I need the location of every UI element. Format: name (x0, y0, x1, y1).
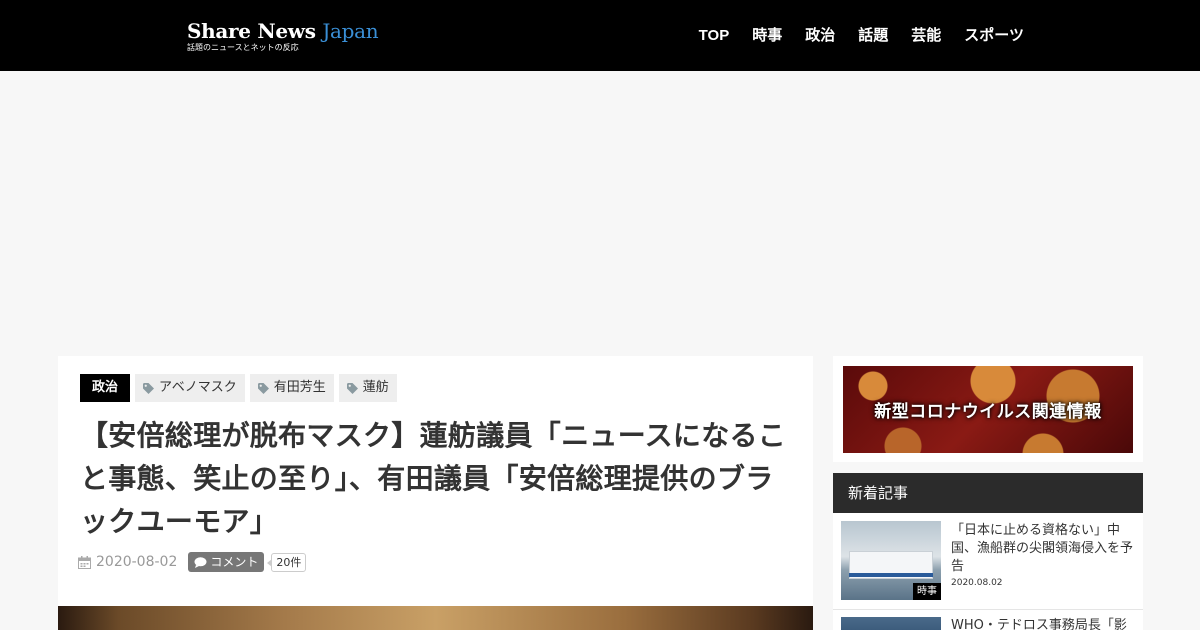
site-header: Share News Japan 話題のニュースとネットの反応 TOP 時事 政… (0, 0, 1200, 71)
comment-count: 20件 (267, 552, 307, 572)
article-meta: 2020-08-02 コメント 20件 (78, 552, 307, 572)
logo-tagline: 話題のニュースとネットの反応 (187, 43, 299, 52)
tag-label: 蓮舫 (362, 380, 389, 395)
tag-arita[interactable]: 有田芳生 (249, 374, 334, 402)
post-title: 「日本に止める資格ない」中国、漁船群の尖閣領海侵入を予告 (951, 523, 1134, 574)
nav-item-current-affairs[interactable]: 時事 (741, 26, 794, 46)
comment-label: コメント (210, 555, 259, 569)
comment-button[interactable]: コメント (188, 552, 265, 572)
logo-title: Share News Japan (187, 19, 379, 43)
post-title: WHO・テドロス事務局長「影 (951, 618, 1127, 630)
new-posts-widget: 新着記事 時事 「日本に止める資格ない」中国、漁船群の尖閣領海侵入を予告 202… (833, 473, 1143, 630)
calendar-icon (78, 555, 91, 569)
list-item[interactable]: WHO・テドロス事務局長「影 (833, 610, 1143, 630)
tag-icon (257, 382, 269, 394)
tag-icon (143, 382, 155, 394)
post-thumbnail (841, 617, 941, 630)
nav-item-entertainment[interactable]: 芸能 (900, 26, 953, 46)
comment-icon (194, 556, 207, 568)
category-badge[interactable]: 政治 (80, 374, 131, 402)
main-nav: TOP 時事 政治 話題 芸能 スポーツ (687, 26, 1024, 46)
tag-renho[interactable]: 蓮舫 (338, 374, 397, 402)
tag-icon (346, 382, 358, 394)
ship-stripe (849, 573, 933, 577)
covid-info-banner[interactable]: 新型コロナウイルス関連情報 (843, 366, 1133, 453)
post-thumbnail: 時事 (841, 521, 941, 600)
tag-abenomask[interactable]: アベノマスク (135, 374, 245, 402)
tag-label: 有田芳生 (273, 380, 326, 395)
post-date: 2020.08.02 (951, 578, 1003, 588)
article-title: 【安倍総理が脱布マスク】蓮舫議員「ニュースになること事態、笑止の至り」、有田議員… (80, 419, 787, 538)
banner-text: 新型コロナウイルス関連情報 (874, 402, 1102, 422)
article-tags: 政治 アベノマスク 有田芳生 蓮舫 (80, 374, 397, 402)
site-logo[interactable]: Share News Japan 話題のニュースとネットの反応 (187, 19, 379, 53)
sidebar-banner-box: 新型コロナウイルス関連情報 (833, 356, 1143, 462)
nav-item-sports[interactable]: スポーツ (953, 26, 1024, 46)
nav-item-top[interactable]: TOP (687, 26, 741, 46)
new-posts-heading: 新着記事 (833, 473, 1143, 513)
list-item[interactable]: 時事 「日本に止める資格ない」中国、漁船群の尖閣領海侵入を予告 2020.08.… (833, 513, 1143, 610)
nav-item-topics[interactable]: 話題 (847, 26, 900, 46)
tag-label: アベノマスク (159, 380, 237, 395)
article-hero-image (58, 606, 813, 630)
article-card: 政治 アベノマスク 有田芳生 蓮舫 【安倍総理が脱布マスク】蓮舫議員「ニュースに… (58, 356, 813, 630)
article-date: 2020-08-02 (96, 554, 178, 570)
post-category: 時事 (913, 583, 941, 600)
nav-item-politics[interactable]: 政治 (794, 26, 847, 46)
